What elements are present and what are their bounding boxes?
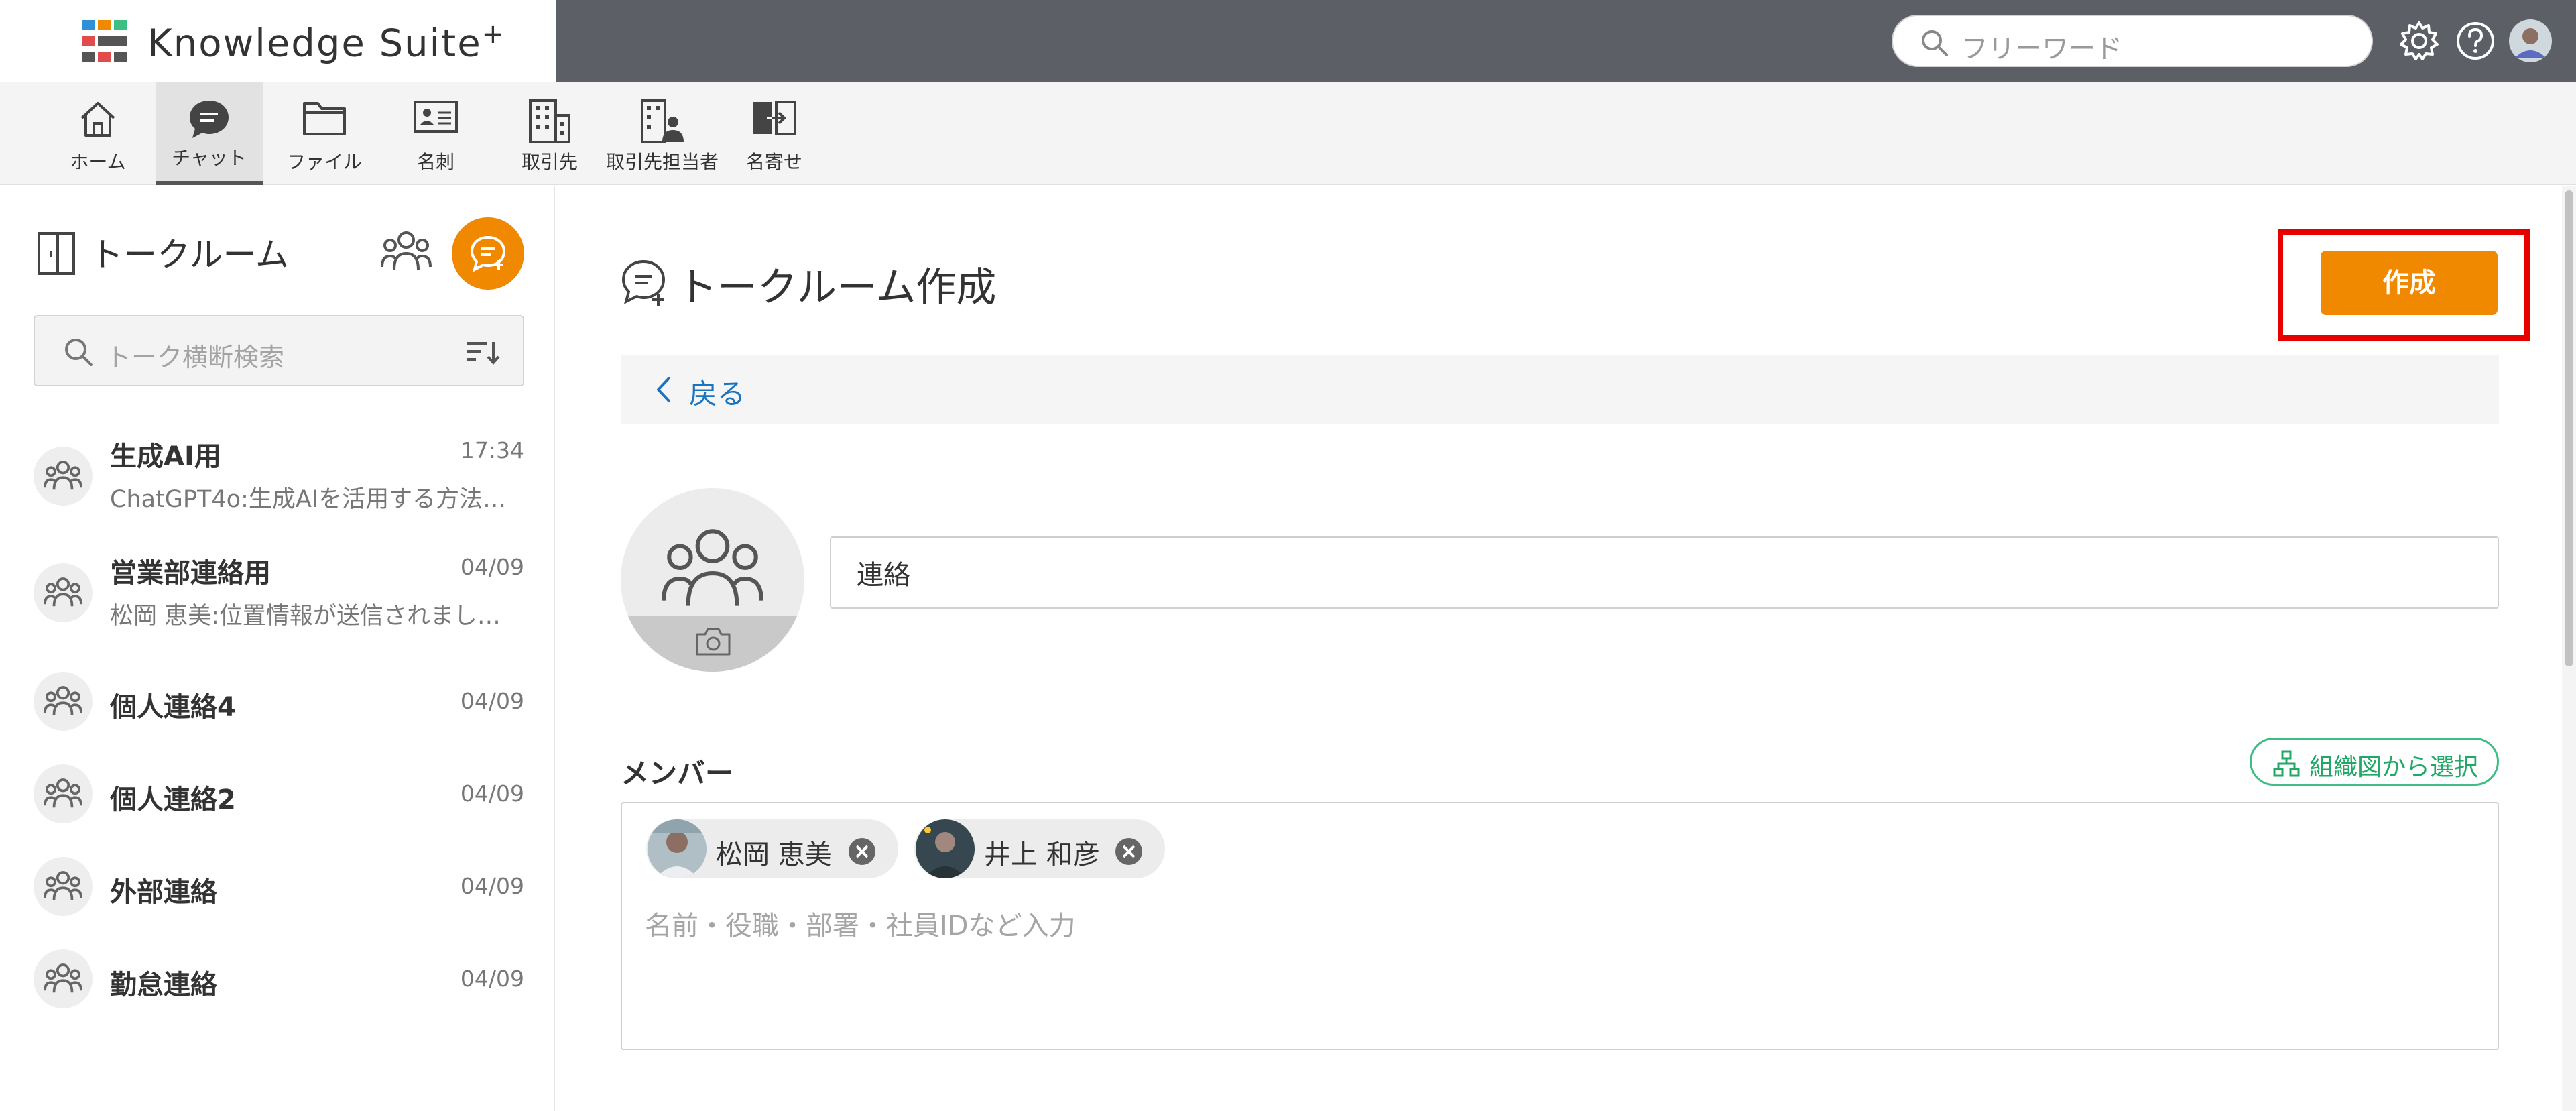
chat-icon: [186, 98, 233, 143]
back-bar: 戻る: [621, 355, 2499, 424]
room-item[interactable]: 個人連絡2 04/09: [0, 750, 555, 837]
member-avatar: [916, 819, 975, 878]
room-avatar: [34, 764, 93, 823]
org-chart-select-button[interactable]: 組織図から選択: [2250, 738, 2499, 786]
room-item[interactable]: 生成AI用 17:34 ChatGPT4o:生成AIを活用する方法…: [0, 428, 555, 535]
room-preview: ChatGPT4o:生成AIを活用する方法…: [110, 486, 507, 513]
room-time: 04/09: [460, 873, 524, 899]
talk-search-input[interactable]: トーク横断検索: [34, 315, 524, 386]
member-name: 松岡 恵美: [716, 839, 832, 870]
people-icon: [658, 522, 767, 617]
nav-client-contact[interactable]: 取引先担当者: [606, 82, 719, 185]
remove-member-icon[interactable]: [847, 837, 877, 866]
remove-member-icon[interactable]: [1114, 837, 1144, 866]
member-search-placeholder: 名前・役職・部署・社員IDなど入力: [645, 911, 1076, 941]
camera-icon: [694, 626, 732, 657]
room-name: 個人連絡2: [110, 784, 236, 815]
member-label: メンバー: [621, 757, 734, 790]
business-card-icon: [412, 98, 459, 135]
org-chart-icon: [2273, 750, 2300, 777]
folder-icon: [302, 98, 347, 138]
scrollbar-thumb[interactable]: [2565, 190, 2573, 666]
help-icon[interactable]: [2455, 20, 2496, 62]
member-name: 井上 和彦: [984, 839, 1100, 870]
room-time: 04/09: [460, 554, 524, 580]
member-chip: 井上 和彦: [914, 819, 1165, 878]
create-button[interactable]: 作成: [2321, 251, 2498, 315]
room-name: 営業部連絡用: [110, 558, 271, 589]
main-nav: ホーム チャット ファイル 名刺 取引先 取引先担当者 名寄せ: [0, 82, 2576, 185]
room-item[interactable]: 勤怠連絡 04/09: [0, 935, 555, 1022]
member-chip: 松岡 恵美: [646, 819, 898, 878]
search-icon: [63, 337, 94, 367]
room-name-input[interactable]: [830, 536, 2499, 609]
member-avatar: [648, 819, 707, 878]
talk-search-placeholder: トーク横断検索: [106, 343, 285, 372]
room-time: 04/09: [460, 966, 524, 992]
room-item[interactable]: 外部連絡 04/09: [0, 842, 555, 929]
home-icon: [76, 98, 119, 141]
page-title: トークルーム作成: [677, 264, 997, 311]
sidebar-title: トークルーム: [90, 235, 289, 274]
room-avatar: [34, 672, 93, 731]
building-person-icon: [638, 98, 685, 145]
room-photo-uploader[interactable]: [621, 488, 804, 672]
room-name: 個人連絡4: [110, 692, 236, 723]
new-chat-icon: [468, 233, 508, 274]
nav-merge[interactable]: 名寄せ: [735, 82, 814, 185]
user-avatar[interactable]: [2508, 19, 2553, 63]
room-preview: 松岡 恵美:位置情報が送信されまし…: [110, 603, 501, 630]
create-room-icon: [619, 257, 670, 308]
new-room-button[interactable]: [452, 217, 524, 290]
sort-icon[interactable]: [464, 338, 501, 366]
room-item[interactable]: 営業部連絡用 04/09 松岡 恵美:位置情報が送信されまし…: [0, 544, 555, 652]
room-avatar: [34, 949, 93, 1008]
back-link[interactable]: 戻る: [689, 371, 745, 412]
nav-home[interactable]: ホーム: [60, 82, 135, 185]
room-item[interactable]: 個人連絡4 04/09: [0, 657, 555, 744]
room-avatar: [34, 563, 93, 622]
room-avatar: [34, 447, 93, 506]
top-bar: Knowledge Suite+ フリーワード: [0, 0, 2576, 82]
people-icon[interactable]: [379, 228, 433, 275]
room-avatar: [34, 857, 93, 916]
chevron-left-icon[interactable]: [653, 375, 673, 404]
nav-business-card[interactable]: 名刺: [395, 82, 476, 185]
room-name: 外部連絡: [110, 877, 217, 908]
room-name: 勤怠連絡: [110, 970, 217, 1000]
room-time: 04/09: [460, 688, 524, 714]
brand-name: Knowledge Suite+: [147, 19, 506, 66]
talk-room-sidebar: トークルーム トーク横断検索 生成AI用 17:34 ChatGPT4o:生成A…: [0, 186, 555, 1111]
member-input-box[interactable]: 松岡 恵美 井上 和彦 名前・役職・部署・社員IDなど入力: [621, 802, 2499, 1050]
global-search-placeholder: フリーワード: [1961, 34, 2122, 64]
building-icon: [526, 98, 573, 145]
search-icon: [1920, 28, 1949, 58]
merge-icon: [751, 98, 798, 138]
nav-file[interactable]: ファイル: [282, 82, 367, 185]
nav-client[interactable]: 取引先: [509, 82, 590, 185]
room-time: 04/09: [460, 780, 524, 807]
logo-area[interactable]: Knowledge Suite+: [0, 0, 556, 82]
nav-chat[interactable]: チャット: [156, 82, 263, 185]
camera-band: [621, 616, 804, 672]
logo-icon: [82, 20, 129, 63]
door-icon[interactable]: [35, 231, 78, 276]
global-search-input[interactable]: フリーワード: [1892, 15, 2373, 67]
room-time: 17:34: [460, 437, 524, 463]
gear-icon[interactable]: [2398, 20, 2440, 62]
room-name: 生成AI用: [110, 441, 221, 472]
